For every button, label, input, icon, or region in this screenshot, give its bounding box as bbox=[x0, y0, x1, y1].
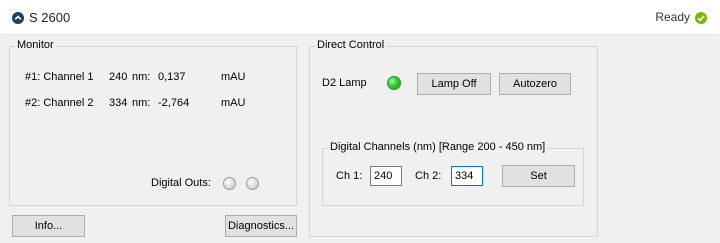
monitor-legend: Monitor bbox=[15, 39, 56, 51]
channel-2-name: #2: Channel 2 bbox=[25, 97, 94, 109]
digital-channels-legend: Digital Channels (nm) [Range 200 - 450 n… bbox=[328, 141, 548, 153]
check-icon bbox=[695, 12, 707, 24]
lamp-off-button[interactable]: Lamp Off bbox=[417, 73, 491, 95]
ch1-input[interactable] bbox=[370, 166, 402, 186]
digital-out-1-indicator bbox=[223, 177, 236, 190]
direct-control-group: Direct Control D2 Lamp Lamp Off Autozero… bbox=[309, 39, 598, 237]
channel-2-value: -2,764 bbox=[158, 97, 190, 109]
device-header: S 2600 Ready bbox=[0, 0, 720, 35]
d2-lamp-label: D2 Lamp bbox=[322, 77, 367, 89]
channel-2-nm-label: nm: bbox=[132, 97, 151, 109]
direct-control-legend: Direct Control bbox=[315, 39, 387, 51]
ch2-label: Ch 2: bbox=[415, 170, 442, 182]
device-panel: Monitor #1: Channel 1 240 nm: 0,137 mAU … bbox=[0, 35, 720, 243]
info-button[interactable]: Info... bbox=[12, 215, 85, 237]
digital-out-2-indicator bbox=[246, 177, 259, 190]
digital-channels-group: Digital Channels (nm) [Range 200 - 450 n… bbox=[322, 141, 584, 206]
autozero-button[interactable]: Autozero bbox=[499, 73, 571, 95]
channel-2-wavelength: 334 bbox=[109, 97, 128, 109]
digital-outs-label: Digital Outs: bbox=[151, 177, 211, 189]
status-text: Ready bbox=[655, 10, 690, 24]
ch1-label: Ch 1: bbox=[336, 170, 363, 182]
channel-2-unit: mAU bbox=[221, 97, 246, 109]
diagnostics-button[interactable]: Diagnostics... bbox=[225, 215, 297, 237]
channel-1-wavelength: 240 bbox=[109, 71, 128, 83]
channel-1-value: 0,137 bbox=[158, 71, 186, 83]
lamp-status-indicator bbox=[387, 76, 401, 90]
channel-1-nm-label: nm: bbox=[132, 71, 151, 83]
chevron-up-icon[interactable] bbox=[12, 12, 24, 24]
channel-1-name: #1: Channel 1 bbox=[25, 71, 94, 83]
set-button[interactable]: Set bbox=[502, 165, 575, 187]
ch2-input[interactable] bbox=[451, 166, 483, 186]
monitor-group: Monitor #1: Channel 1 240 nm: 0,137 mAU … bbox=[9, 39, 297, 206]
channel-1-unit: mAU bbox=[221, 71, 246, 83]
device-title: S 2600 bbox=[29, 10, 71, 25]
